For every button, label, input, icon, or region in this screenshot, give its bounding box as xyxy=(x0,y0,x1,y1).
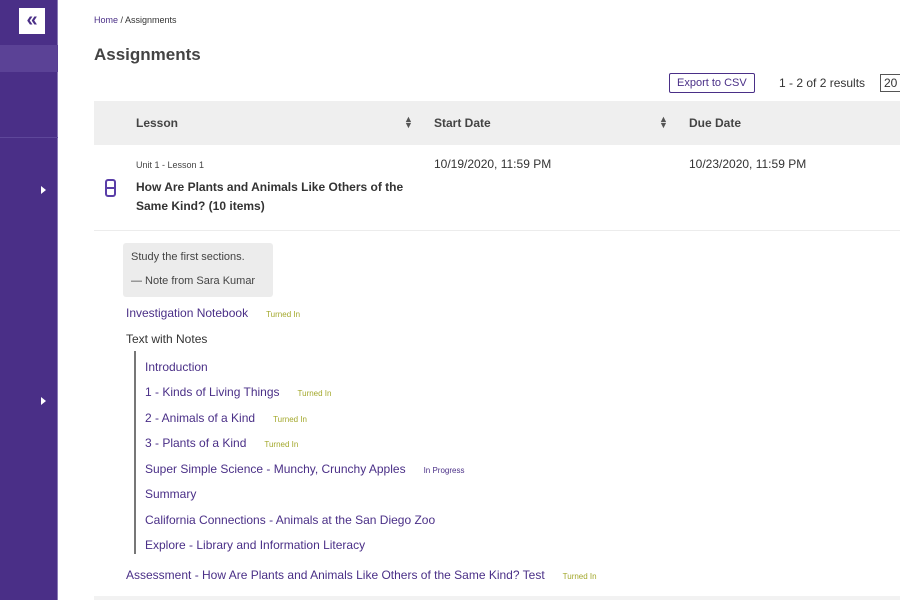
sort-icon[interactable]: ▲ ▼ xyxy=(659,115,668,130)
item-link[interactable]: Summary xyxy=(145,487,196,501)
list-item: Introduction xyxy=(145,358,208,376)
item-link[interactable]: Introduction xyxy=(145,360,208,374)
caret-right-icon[interactable] xyxy=(41,186,46,194)
sort-icon[interactable]: ▲ ▼ xyxy=(404,115,413,130)
caret-right-icon[interactable] xyxy=(41,397,46,405)
collapse-sidebar-button[interactable]: « xyxy=(19,8,45,34)
sidebar-divider xyxy=(0,137,58,138)
list-item: Investigation Notebook Turned In xyxy=(126,304,300,322)
chevron-double-left-icon: « xyxy=(26,9,38,31)
start-date: 10/19/2020, 11:59 PM xyxy=(434,157,552,171)
table-header: Lesson ▲ ▼ Start Date ▲ ▼ Due Date xyxy=(94,101,900,145)
page-title: Assignments xyxy=(94,45,201,64)
list-item: Explore - Library and Information Litera… xyxy=(145,536,365,554)
note-text: Study the first sections. xyxy=(131,251,245,263)
status-badge: Turned In xyxy=(297,389,332,398)
column-header-lesson[interactable]: Lesson xyxy=(136,116,178,130)
export-csv-button[interactable]: Export to CSV xyxy=(669,73,755,93)
column-header-due-date[interactable]: Due Date xyxy=(689,116,741,130)
unit-label: Unit 1 - Lesson 1 xyxy=(136,160,205,170)
page-size-select[interactable]: 20 xyxy=(880,74,900,92)
results-count: 1 - 2 of 2 results xyxy=(779,76,866,90)
item-link[interactable]: Explore - Library and Information Litera… xyxy=(145,538,365,552)
teacher-note: Study the first sections. — Note from Sa… xyxy=(123,243,273,297)
status-badge: Turned In xyxy=(264,440,299,449)
nested-group-indicator xyxy=(134,351,136,554)
list-item: Super Simple Science - Munchy, Crunchy A… xyxy=(145,460,464,478)
item-link[interactable]: 1 - Kinds of Living Things xyxy=(145,385,280,399)
list-item: Summary xyxy=(145,485,196,503)
collapse-row-icon[interactable] xyxy=(105,179,116,197)
item-link[interactable]: Assessment - How Are Plants and Animals … xyxy=(126,568,545,582)
breadcrumb-current: Assignments xyxy=(125,15,177,25)
item-link[interactable]: Investigation Notebook xyxy=(126,306,248,320)
main-content: Home / Assignments Assignments Export to… xyxy=(94,0,900,600)
sidebar-active-item[interactable] xyxy=(0,45,58,72)
lesson-details: Study the first sections. — Note from Sa… xyxy=(94,232,900,600)
status-badge: Turned In xyxy=(266,310,301,319)
status-badge: In Progress xyxy=(423,466,465,475)
item-link[interactable]: California Connections - Animals at the … xyxy=(145,513,435,527)
list-item: 1 - Kinds of Living Things Turned In xyxy=(145,383,331,401)
note-author: — Note from Sara Kumar xyxy=(131,275,256,287)
column-header-start-date[interactable]: Start Date xyxy=(434,116,491,130)
breadcrumb-home-link[interactable]: Home xyxy=(94,15,118,25)
lesson-title: How Are Plants and Animals Like Others o… xyxy=(136,180,404,213)
list-item: Assessment - How Are Plants and Animals … xyxy=(126,566,597,584)
table-row: Unit 1 - Lesson 1 How Are Plants and Ani… xyxy=(94,145,900,231)
sidebar: « xyxy=(0,0,58,600)
item-link[interactable]: Super Simple Science - Munchy, Crunchy A… xyxy=(145,462,406,476)
list-item: 3 - Plants of a Kind Turned In xyxy=(145,434,298,452)
item-link[interactable]: 3 - Plants of a Kind xyxy=(145,436,246,450)
item-link[interactable]: 2 - Animals of a Kind xyxy=(145,411,255,425)
breadcrumb-separator: / xyxy=(118,15,126,25)
list-item: 2 - Animals of a Kind Turned In xyxy=(145,409,307,427)
list-item: Text with Notes xyxy=(126,330,207,348)
status-badge: Turned In xyxy=(273,415,308,424)
list-item: California Connections - Animals at the … xyxy=(145,511,435,529)
due-date: 10/23/2020, 11:59 PM xyxy=(689,157,807,171)
item-group-label: Text with Notes xyxy=(126,332,208,346)
breadcrumb: Home / Assignments xyxy=(94,15,177,25)
row-divider xyxy=(94,596,900,600)
status-badge: Turned In xyxy=(562,572,597,581)
